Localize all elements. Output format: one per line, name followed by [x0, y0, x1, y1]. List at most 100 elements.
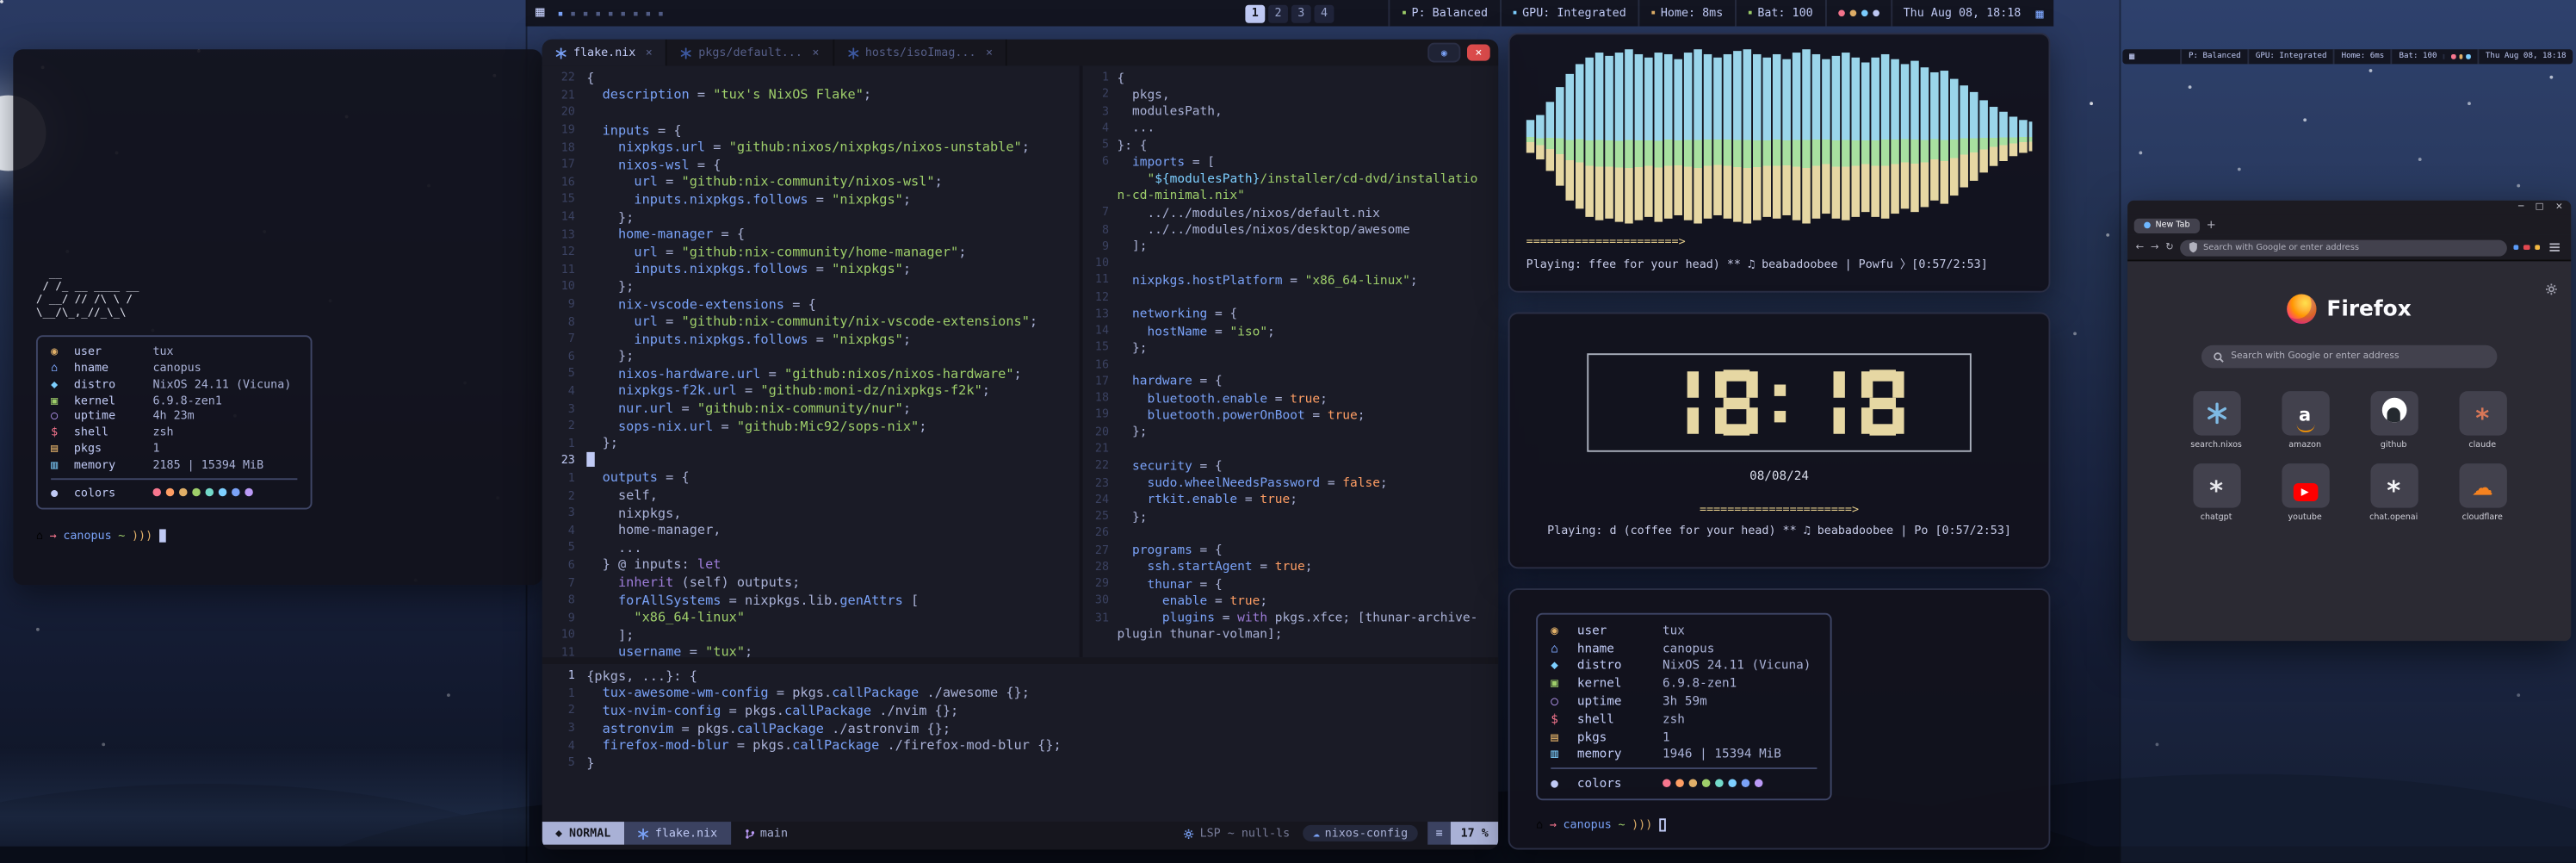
code-line: 13 networking = { [1082, 305, 1498, 322]
extension-icon[interactable] [2523, 245, 2530, 251]
tray-icon[interactable] [1837, 9, 1844, 16]
editor-pane-iso[interactable]: 1{2 pkgs,3 modulesPath,4 ...5}: {6 impor… [1082, 65, 1498, 657]
shortcut-search.nixos[interactable]: search.nixos [2182, 391, 2251, 450]
shortcut-cloudflare[interactable]: ☁cloudflare [2448, 463, 2517, 523]
layout-icon[interactable]: ▦ [2033, 6, 2053, 21]
editor-window[interactable]: flake.nix×pkgs/default...×hosts/isoImag.… [542, 40, 1499, 850]
forward-button[interactable]: → [2151, 241, 2159, 252]
gear-icon[interactable] [2545, 271, 2558, 302]
separator-line: ======================> [1526, 235, 2033, 248]
menu-button[interactable] [2547, 240, 2563, 255]
shortcut-chat.openai[interactable]: *chat.openai [2359, 463, 2428, 523]
close-button[interactable]: × [2555, 201, 2563, 215]
tag-icon[interactable]: ▪ [558, 8, 564, 19]
tag-icon[interactable]: ▪ [620, 8, 626, 19]
window-close-button[interactable]: × [1467, 45, 1490, 61]
tray-icon[interactable] [2467, 54, 2471, 59]
fetch-label: uptime [74, 410, 153, 423]
tab-close-button[interactable]: × [986, 46, 993, 59]
color-dot [1742, 779, 1750, 788]
statusline-filename: flake.nix [655, 827, 717, 840]
tag-icon[interactable]: ▪ [633, 8, 639, 19]
firefox-logo [2288, 295, 2317, 324]
line-number: 19 [542, 123, 587, 136]
buffer-toggle-button[interactable]: ◉ [1427, 43, 1460, 63]
tab-close-button[interactable]: × [812, 46, 819, 59]
tab-hosts-isoImag-[interactable]: hosts/isoImag...× [834, 40, 1008, 66]
tray-icon[interactable] [1861, 9, 1867, 16]
code-line: 2 sops-nix.url = "github:Mic92/sops-nix"… [542, 417, 1080, 434]
workspace-button-3[interactable]: 3 [1291, 4, 1311, 22]
pane-separator-horizontal[interactable] [542, 657, 1499, 664]
code-line: 9 "x86_64-linux" [542, 609, 1080, 626]
fetch-label: kernel [74, 394, 153, 407]
firefox-window[interactable]: ─ □ × New Tab + ← → ↻ Search with Google o… [2127, 201, 2571, 641]
tray-icon[interactable] [1872, 9, 1879, 16]
extension-icons[interactable] [2513, 245, 2540, 251]
code-line: 16 url = "github:nix-community/nixos-wsl… [542, 173, 1080, 190]
visualizer-bar [1812, 54, 1821, 219]
back-button[interactable]: ← [2136, 241, 2145, 252]
line-number: 11 [542, 646, 587, 658]
workspace-button-1[interactable]: 1 [1245, 4, 1265, 22]
tray-icon[interactable] [1849, 9, 1856, 16]
nix-file-icon [680, 47, 691, 58]
code-line: 1 tux-awesome-wm-config = pkgs.callPacka… [542, 685, 1499, 702]
maximize-button[interactable]: □ [2536, 201, 2544, 215]
tab-label: flake.nix [573, 46, 635, 59]
line-number: 4 [542, 739, 587, 752]
minimize-button[interactable]: ─ [2518, 201, 2523, 215]
tab-pkgs-default-[interactable]: pkgs/default...× [667, 40, 834, 66]
code-text: outputs = { [586, 471, 1079, 486]
tray-icon[interactable] [2459, 54, 2463, 59]
shortcut-github[interactable]: github [2359, 391, 2428, 450]
bar-right-section: ▪P: Balanced▪GPU: Integrated▪Home: 8ms▪B… [1389, 0, 2053, 27]
fetch-panel[interactable]: ◉usertux⌂hnamecanopus◆distroNixOS 24.11 … [1508, 588, 2051, 849]
visualizer-panel[interactable]: ======================> Playing: ffee fo… [1508, 33, 2051, 292]
app-launcher-icon[interactable]: ▦ [526, 5, 554, 22]
editor-cursor [586, 452, 594, 466]
code-text: }; [586, 349, 1079, 363]
code-line: 31 plugins = with pkgs.xfce; [thunar-arc… [1082, 609, 1498, 626]
line-number: 14 [542, 210, 587, 223]
search-input[interactable]: Search with Google or enter address [2201, 345, 2497, 369]
reload-button[interactable]: ↻ [2165, 241, 2174, 252]
tag-icon[interactable]: ▪ [595, 8, 601, 19]
terminal-window[interactable]: __ / /_ __ ____ __ / __/ // /\ \ / \__/\… [13, 49, 542, 585]
status-segments: P: BalancedGPU: IntegratedHome: 6msBat: … [2180, 49, 2443, 64]
shield-icon [2189, 241, 2198, 252]
line-number: 21 [1082, 442, 1117, 455]
tag-icon[interactable]: ▪ [658, 8, 664, 19]
tag-icon[interactable]: ▪ [608, 8, 614, 19]
shortcut-youtube[interactable]: ▶youtube [2270, 463, 2339, 523]
shortcut-claude[interactable]: *claude [2448, 391, 2517, 450]
fetch-row: ▣kernel6.9.8-zen1 [51, 393, 297, 409]
tag-icon[interactable]: ▪ [646, 8, 652, 19]
new-tab-button[interactable]: + [2207, 219, 2216, 232]
tag-icon[interactable]: ▪ [583, 8, 589, 19]
color-dot [219, 488, 227, 497]
fetch-value: 1946 | 15394 MiB [1663, 747, 1817, 761]
clock-panel[interactable]: 08/08/24 ======================> Playing… [1508, 313, 2051, 569]
app-launcher-icon[interactable]: ▦ [2122, 52, 2141, 61]
shortcut-amazon[interactable]: aamazon [2270, 391, 2339, 450]
editor-pane-flake[interactable]: 22{21 description = "tux's NixOS Flake";… [542, 65, 1080, 657]
workspace-button-2[interactable]: 2 [1268, 4, 1288, 22]
code-line: 5} [542, 754, 1499, 772]
extension-icon[interactable] [2534, 245, 2540, 251]
shortcut-chatgpt[interactable]: *chatgpt [2182, 463, 2251, 523]
extension-icon[interactable] [2513, 245, 2519, 251]
tag-icon[interactable]: ▪ [570, 8, 576, 19]
tab-close-button[interactable]: × [646, 46, 653, 59]
tray-icon[interactable] [2452, 54, 2456, 59]
visualizer-bar [1990, 107, 1998, 166]
fetch-row: ▥memory2185 | 15394 MiB [51, 456, 297, 473]
code-text: sops-nix.url = "github:Mic92/sops-nix"; [586, 419, 1079, 433]
workspace-button-4[interactable]: 4 [1315, 4, 1334, 22]
fetch-value: NixOS 24.11 (Vicuna) [1663, 658, 1817, 673]
cloud-icon: ☁ [1313, 827, 1320, 840]
tab-flake-nix[interactable]: flake.nix × [542, 40, 667, 66]
editor-pane-pkgs[interactable]: 1{pkgs, ...}: {1 tux-awesome-wm-config =… [542, 664, 1499, 822]
browser-tab[interactable]: New Tab [2134, 218, 2200, 233]
urlbar[interactable]: Search with Google or enter address [2180, 239, 2506, 256]
